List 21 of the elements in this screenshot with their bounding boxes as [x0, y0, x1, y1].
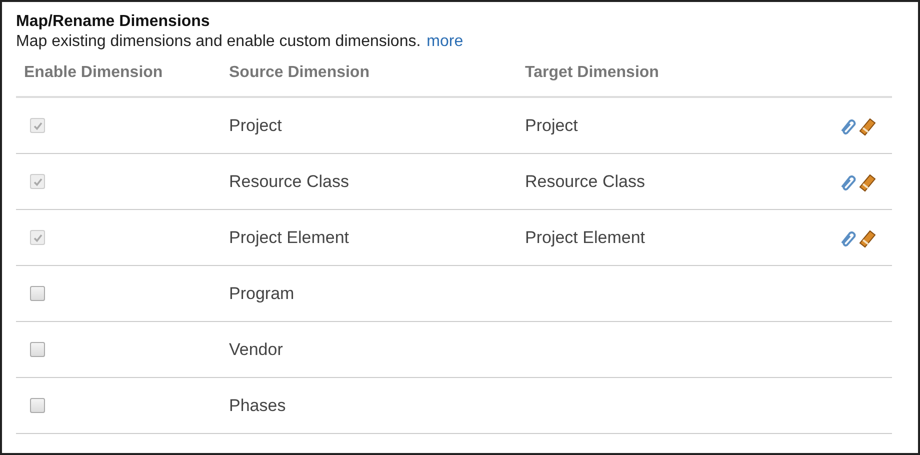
source-dimension: Resource Class — [229, 172, 349, 192]
target-dimension: Project Element — [525, 228, 645, 248]
check-icon — [32, 176, 42, 186]
check-icon — [32, 232, 42, 242]
target-dimension: Project — [525, 116, 578, 136]
more-link[interactable]: more — [426, 32, 464, 52]
check-icon — [32, 120, 42, 130]
column-header: Enable Dimension — [16, 58, 221, 98]
target-dimension: Resource Class — [525, 172, 645, 192]
source-dimension: Program — [229, 284, 294, 304]
description-text: Map existing dimensions and enable custom dimensions. — [16, 32, 421, 52]
enable-checkbox[interactable] — [30, 398, 45, 413]
section-title: Map/Rename Dimensions — [16, 12, 211, 32]
enable-checkbox[interactable] — [30, 342, 45, 357]
column-header: Target Dimension — [517, 58, 812, 98]
column-header: Source Dimension — [221, 58, 517, 98]
enable-checkbox[interactable] — [30, 286, 45, 301]
source-dimension: Phases — [229, 396, 286, 416]
source-dimension: Vendor — [229, 340, 283, 360]
source-dimension: Project Element — [229, 228, 349, 248]
source-dimension: Project — [229, 116, 282, 136]
